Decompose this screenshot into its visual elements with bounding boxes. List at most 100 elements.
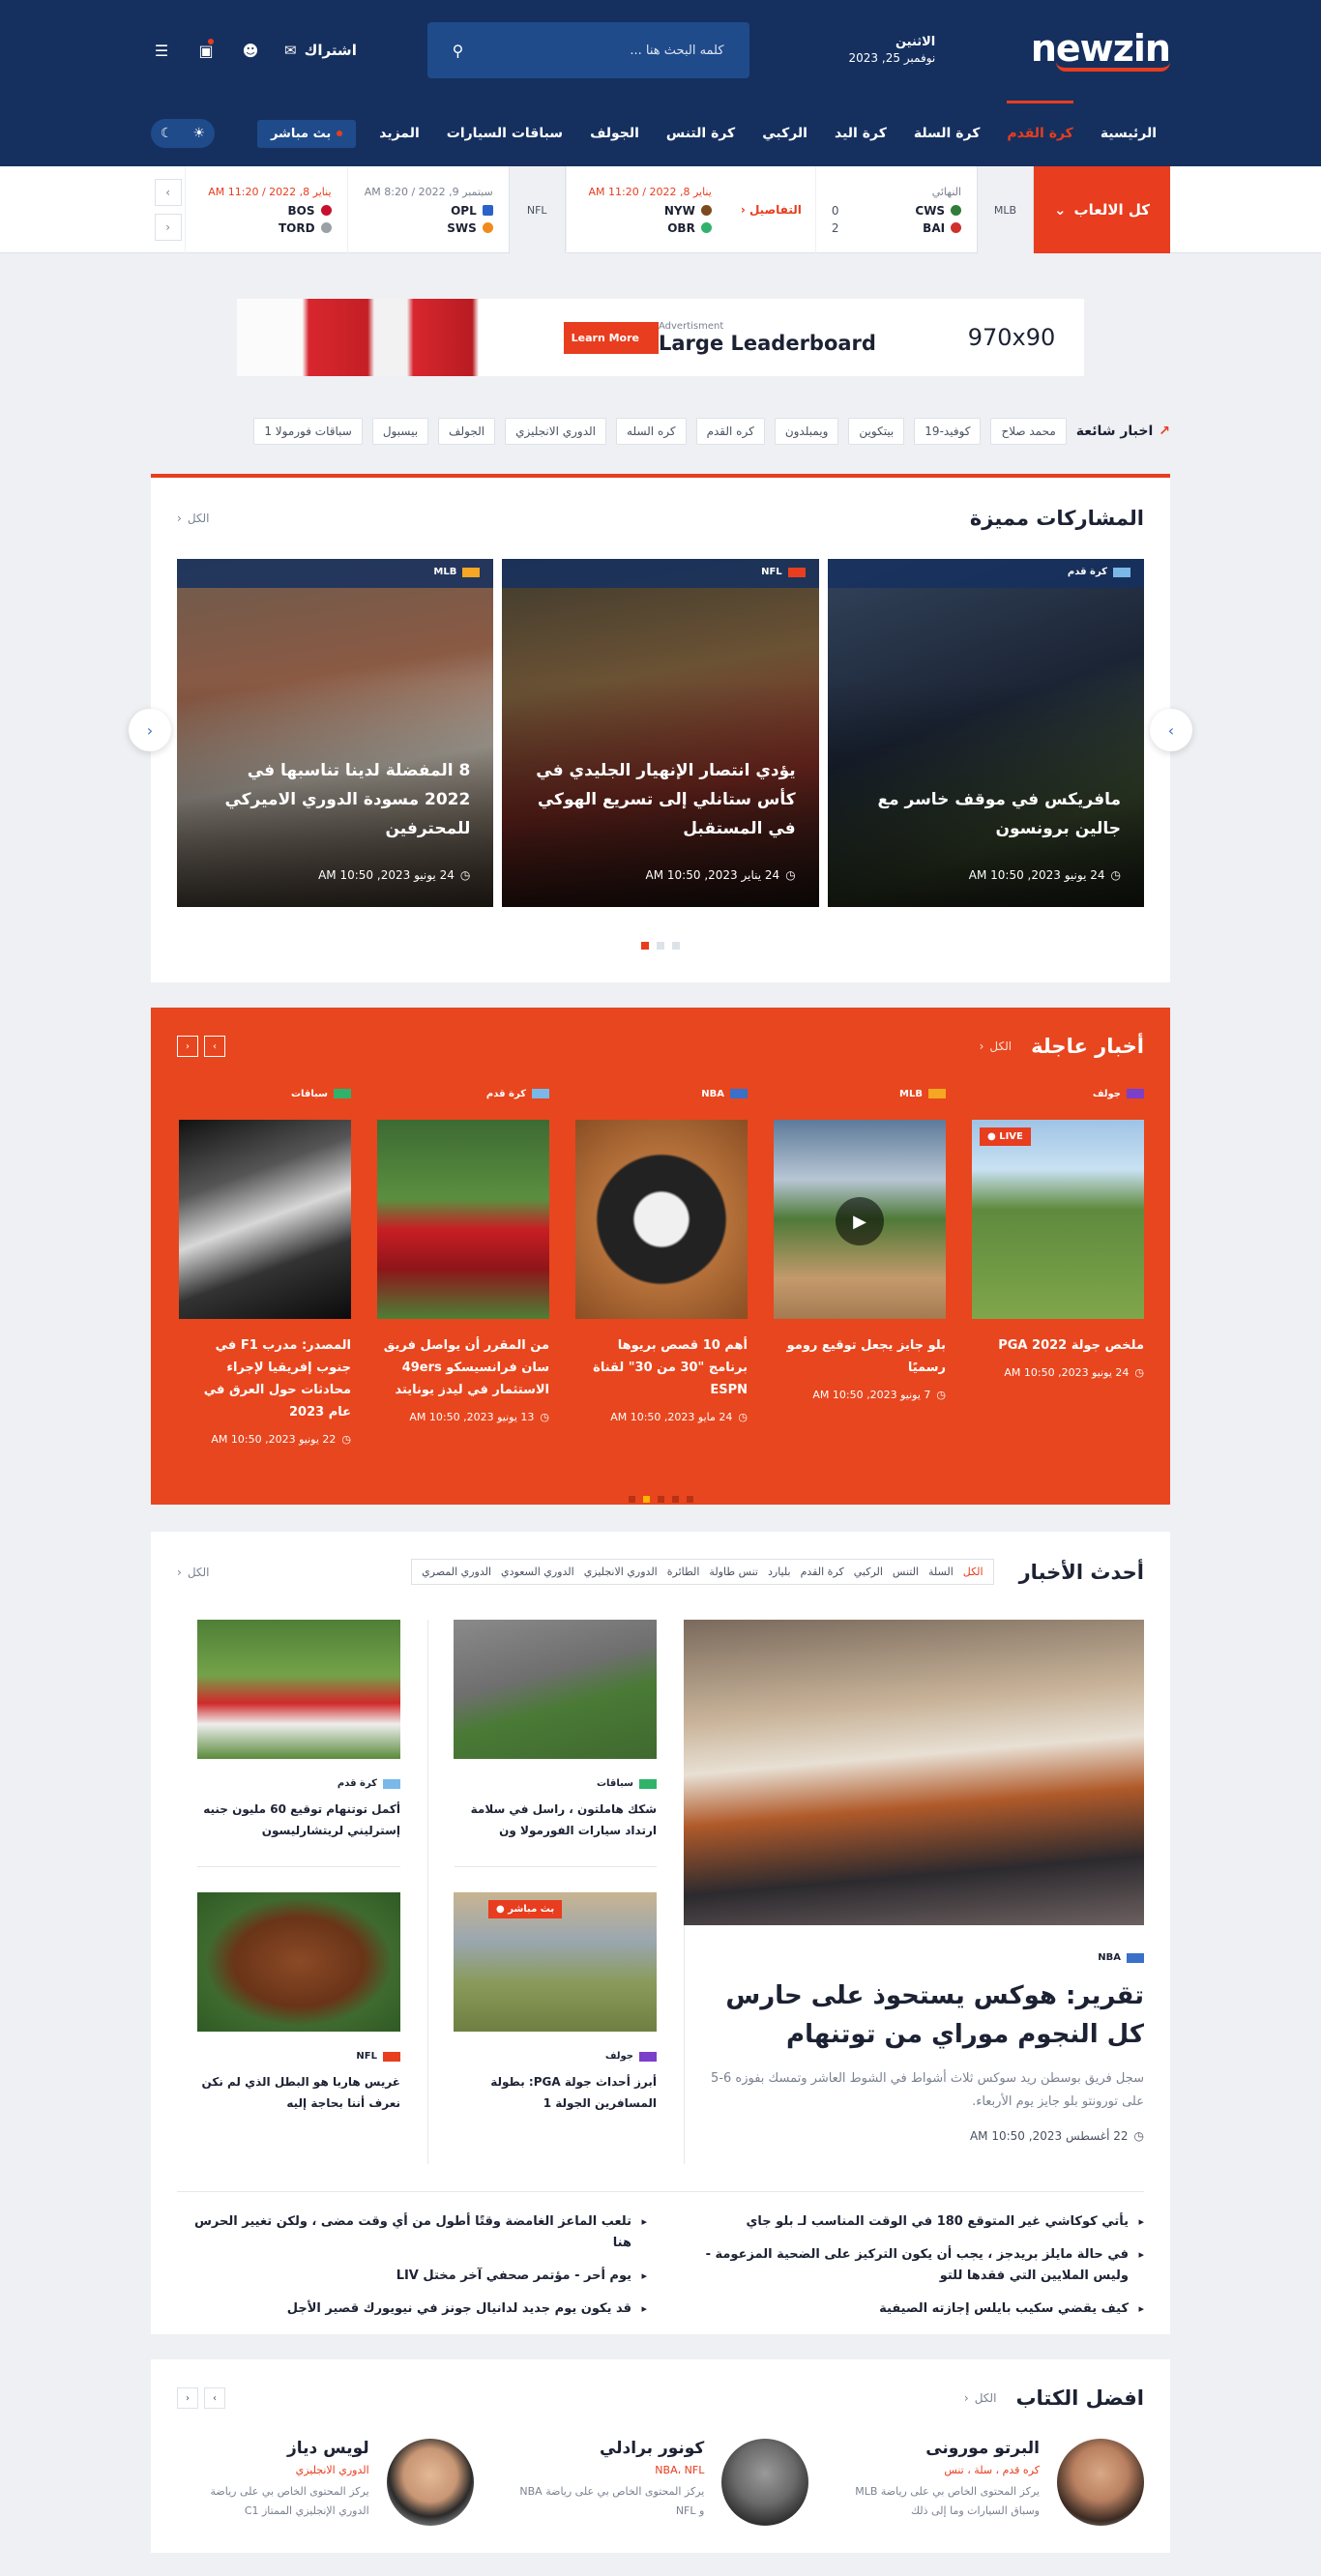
user-icon[interactable]: ☻ bbox=[240, 40, 261, 61]
see-all-link[interactable]: الكل ‹ bbox=[980, 1039, 1013, 1053]
cart-icon[interactable]: ▣ bbox=[195, 39, 217, 61]
trending-chip[interactable]: سباقات فورمولا 1 bbox=[253, 418, 363, 445]
filter-tab[interactable]: الكل bbox=[963, 1566, 983, 1578]
nav-tennis[interactable]: كرة التنس bbox=[653, 101, 749, 166]
game-1[interactable]: النهائي CWS 0 BAI 2 bbox=[814, 166, 977, 253]
trending-chip[interactable]: كوفيد-19 bbox=[914, 418, 982, 445]
nav-motorsport[interactable]: سباقات السيارات bbox=[433, 101, 576, 166]
card-title[interactable]: بلو جايز يجعل توقيع رومو رسميًا bbox=[774, 1334, 946, 1379]
card-image[interactable] bbox=[179, 1120, 351, 1319]
card-image[interactable] bbox=[377, 1120, 549, 1319]
slider-dot[interactable] bbox=[628, 1496, 635, 1503]
breaking-card[interactable]: سباقات المصدر: مدرب F1 في جنوب إفريقيا ل… bbox=[179, 1087, 351, 1446]
writer-name[interactable]: لويس دياز bbox=[177, 2439, 369, 2458]
trending-chip[interactable]: بيتكوين bbox=[848, 418, 905, 445]
avatar[interactable] bbox=[386, 2439, 474, 2526]
search-icon[interactable]: ⚲ bbox=[453, 42, 464, 60]
prev-arrow-icon[interactable]: ‹ bbox=[177, 2387, 198, 2409]
filter-tab[interactable]: الدوري الانجليزي bbox=[584, 1566, 658, 1578]
filter-tab[interactable]: التنس bbox=[893, 1566, 919, 1578]
filter-tab[interactable]: الركبي bbox=[854, 1566, 883, 1578]
filter-tab[interactable]: بليارد bbox=[768, 1566, 791, 1578]
see-all-link[interactable]: الكل ‹ bbox=[177, 1566, 210, 1579]
slider-prev-arrow[interactable]: ‹ bbox=[129, 709, 171, 751]
mini-article[interactable]: سباقات شكك هاملتون ، راسل في سلامة ارتدا… bbox=[454, 1620, 657, 1867]
see-all-link[interactable]: الكل ‹ bbox=[964, 2391, 997, 2405]
headline-link[interactable]: يوم أحر - مؤتمر صحفي آخر مختل LIV bbox=[177, 2266, 647, 2287]
mini-article[interactable]: NFL غريس هاربا هو البطل الذي لم نكن نعرف… bbox=[197, 1892, 400, 2139]
filter-tab[interactable]: الطائرة bbox=[667, 1566, 700, 1578]
play-icon[interactable]: ▶ bbox=[836, 1197, 884, 1245]
game-3[interactable]: سبتمبر 9, 2022 / 8:20 AM OPL SWS bbox=[346, 166, 509, 253]
headline-link[interactable]: يأتي كوكاشي غير المتوقع 180 في الوقت الم… bbox=[674, 2211, 1144, 2233]
all-games-dropdown[interactable]: كل الالعاب ⌄ bbox=[1033, 166, 1170, 253]
writer-card[interactable]: كونور برادلي NBA، NFL يركز المحتوى الخاص… bbox=[513, 2439, 809, 2526]
article-image[interactable] bbox=[197, 1620, 400, 1759]
card-title[interactable]: 8 المفضلة لدينا تناسبها في 2022 مسودة ال… bbox=[200, 756, 470, 843]
avatar[interactable] bbox=[1057, 2439, 1144, 2526]
trending-chip[interactable]: كره القدم bbox=[695, 418, 765, 445]
trending-chip[interactable]: الجولف bbox=[438, 418, 496, 445]
slider-dot[interactable] bbox=[657, 942, 664, 950]
lead-title[interactable]: تقرير: هوكس يستحوذ على حارس كل النجوم مو… bbox=[711, 1976, 1144, 2054]
card-title[interactable]: ملخص جولة PGA 2022 bbox=[972, 1334, 1144, 1357]
breaking-card[interactable]: كرة قدم من المقرر أن يواصل فريق سان فران… bbox=[377, 1087, 549, 1446]
writer-name[interactable]: البرتو مورونى bbox=[847, 2439, 1040, 2458]
filter-tab[interactable]: تنس طاولة bbox=[709, 1566, 758, 1578]
next-arrow-icon[interactable]: › bbox=[204, 1036, 225, 1057]
site-logo[interactable]: newzin bbox=[1006, 29, 1171, 72]
card-image[interactable]: LIVE ● bbox=[972, 1120, 1144, 1319]
featured-card[interactable]: NFL يؤدي انتصار الإنهيار الجليدي في كأس … bbox=[502, 559, 819, 907]
article-title[interactable]: شكك هاملتون ، راسل في سلامة ارتداد سيارا… bbox=[455, 1799, 657, 1841]
card-title[interactable]: أهم 10 قصص بريوها برنامج "30 من 30" لقنا… bbox=[575, 1334, 748, 1401]
nav-golf[interactable]: الجولف bbox=[576, 101, 653, 166]
nav-more[interactable]: المزيد bbox=[366, 101, 433, 166]
card-title[interactable]: يؤدي انتصار الإنهيار الجليدي في كأس ستان… bbox=[525, 756, 795, 843]
card-title[interactable]: من المقرر أن يواصل فريق سان فرانسيسكو 49… bbox=[377, 1334, 549, 1401]
article-title[interactable]: أبرز أحداث جولة PGA: بطولة المسافرين الج… bbox=[455, 2071, 657, 2114]
subscribe-button[interactable]: اشتراك ✉ bbox=[284, 42, 357, 59]
slider-dot-active[interactable] bbox=[641, 942, 649, 950]
article-image[interactable]: بث مباشر ● bbox=[454, 1892, 657, 2032]
search-input[interactable]: كلمه البحث هنا ... ⚲ bbox=[426, 22, 749, 78]
mini-article[interactable]: بث مباشر ● جولف أبرز أحداث جولة PGA: بطو… bbox=[454, 1892, 657, 2139]
trending-chip[interactable]: الدوري الانجليزي bbox=[505, 418, 607, 445]
slider-dot-active[interactable] bbox=[642, 1496, 650, 1503]
slider-dot[interactable] bbox=[672, 942, 680, 950]
writer-card[interactable]: لويس دياز الدوري الانجليزي يركز المحتوى … bbox=[177, 2439, 474, 2526]
filter-tab[interactable]: الدوري السعودي bbox=[501, 1566, 574, 1578]
details-link[interactable]: التفاصيل ‹ bbox=[727, 166, 815, 253]
ad-learn-more-button[interactable]: Learn More bbox=[551, 321, 659, 354]
nav-home[interactable]: الرئيسية bbox=[1087, 101, 1170, 166]
card-title[interactable]: المصدر: مدرب F1 في جنوب إفريقيا لإجراء م… bbox=[179, 1334, 351, 1423]
breaking-card[interactable]: جولف LIVE ● ملخص جولة PGA 2022 ◷ 24 يونيو… bbox=[972, 1087, 1144, 1446]
article-title[interactable]: أكمل توتنهام توقيع 60 مليون جنيه إسترلين… bbox=[197, 1799, 400, 1841]
chevron-left-icon[interactable]: ‹ bbox=[154, 214, 182, 241]
filter-tab[interactable]: السلة bbox=[928, 1566, 954, 1578]
breaking-card[interactable]: NBA أهم 10 قصص بريوها برنامج "30 من 30" … bbox=[575, 1087, 748, 1446]
slider-dot[interactable] bbox=[671, 1496, 679, 1503]
filter-tab[interactable]: الدوري المصري bbox=[422, 1566, 491, 1578]
nav-basketball[interactable]: كرة السلة bbox=[900, 101, 994, 166]
card-title[interactable]: مافريكس في موقف خاسر مع جالين برونسون bbox=[851, 785, 1121, 843]
nav-rugby[interactable]: الركبي bbox=[749, 101, 821, 166]
trending-chip[interactable]: ويمبلدون bbox=[774, 418, 839, 445]
game-2[interactable]: يناير 8, 2022 / 11:20 AM NYW OBR bbox=[565, 166, 727, 253]
avatar[interactable] bbox=[721, 2439, 809, 2526]
writer-card[interactable]: البرتو مورونى كره قدم ، سلة ، تنس يركز ا… bbox=[847, 2439, 1144, 2526]
prev-arrow-icon[interactable]: ‹ bbox=[177, 1036, 198, 1057]
live-button[interactable]: بث مباشر bbox=[256, 119, 357, 148]
nav-handball[interactable]: كرة اليد bbox=[821, 101, 900, 166]
ad-banner[interactable]: 970x90 Advertisment Large Leaderboard Le… bbox=[237, 299, 1084, 376]
writer-name[interactable]: كونور برادلي bbox=[513, 2439, 704, 2458]
slider-dot[interactable] bbox=[657, 1496, 664, 1503]
lead-article[interactable]: NBA تقرير: هوكس يستحوذ على حارس كل النجو… bbox=[684, 1620, 1144, 2164]
trending-chip[interactable]: كره السله bbox=[616, 418, 687, 445]
trending-chip[interactable]: بيسبول bbox=[371, 418, 429, 445]
next-arrow-icon[interactable]: › bbox=[204, 2387, 225, 2409]
filter-tab[interactable]: كرة القدم bbox=[801, 1566, 844, 1578]
headline-link[interactable]: في حالة مايلز بريدجز ، يجب أن يكون الترك… bbox=[674, 2244, 1144, 2287]
mini-article[interactable]: كرة قدم أكمل توتنهام توقيع 60 مليون جنيه… bbox=[197, 1620, 400, 1867]
lead-image[interactable] bbox=[684, 1620, 1144, 1925]
featured-card[interactable]: كرة قدم مافريكس في موقف خاسر مع جالين بر… bbox=[827, 559, 1144, 907]
